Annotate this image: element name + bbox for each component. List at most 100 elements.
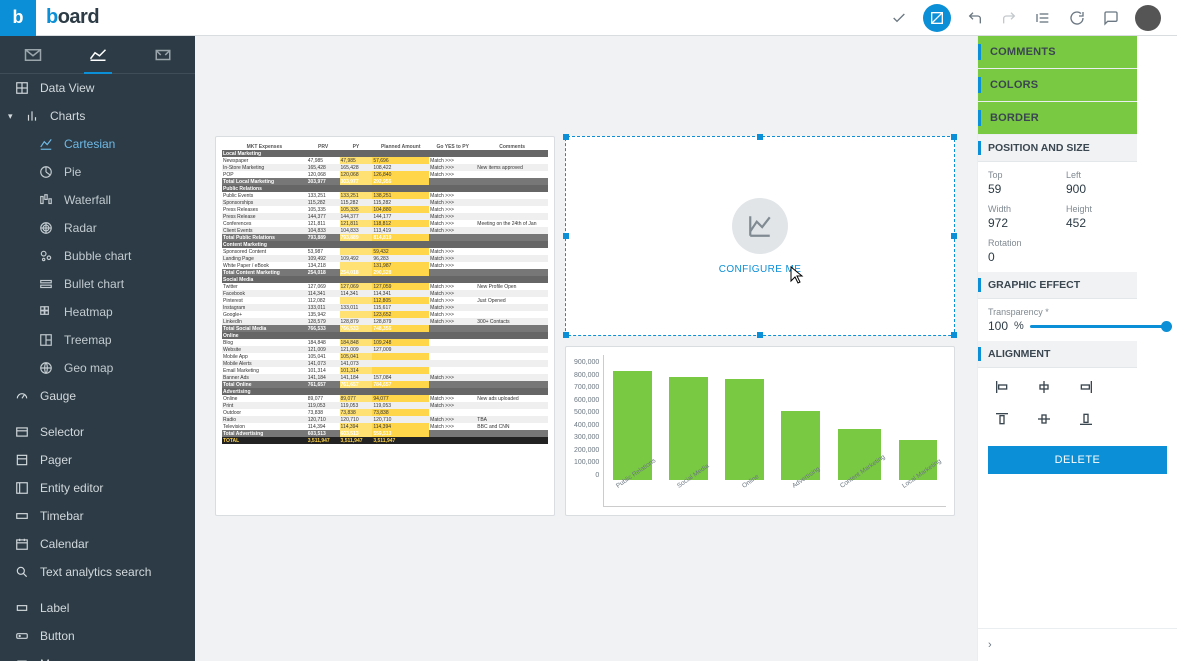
- sidebar-item-bullet[interactable]: Bullet chart: [0, 270, 195, 298]
- sidebar-item-menu[interactable]: Menu: [0, 650, 195, 661]
- delete-button[interactable]: DELETE: [988, 446, 1167, 474]
- app-logo-icon[interactable]: b: [0, 0, 36, 36]
- sidebar-item-treemap[interactable]: Treemap: [0, 326, 195, 354]
- data-view-panel[interactable]: MKT ExpensesPRVPYPlanned AmountGo YES to…: [215, 136, 555, 516]
- sidebar-item-entity-editor[interactable]: Entity editor: [0, 474, 195, 502]
- sidebar-label: Entity editor: [40, 481, 103, 495]
- sidebar-item-cartesian[interactable]: Cartesian: [0, 130, 195, 158]
- align-right-icon[interactable]: [1072, 376, 1100, 398]
- selected-chart-placeholder[interactable]: CONFIGURE ME: [565, 136, 955, 336]
- section-position-size[interactable]: POSITION AND SIZE: [978, 135, 1137, 162]
- section-comments[interactable]: COMMENTS: [978, 36, 1137, 69]
- bar-chart-panel[interactable]: 900,000800,000700,000600,000500,000400,0…: [565, 346, 955, 516]
- section-colors[interactable]: COLORS: [978, 69, 1137, 102]
- sidebar-label: Text analytics search: [40, 565, 151, 579]
- resize-handle[interactable]: [951, 332, 957, 338]
- align-bottom-icon[interactable]: [1072, 408, 1100, 430]
- redo-icon[interactable]: [999, 8, 1019, 28]
- configure-link[interactable]: CONFIGURE ME: [719, 264, 802, 275]
- height-input[interactable]: 452: [1066, 216, 1126, 230]
- sidebar-label: Button: [40, 629, 75, 643]
- line-chart-icon: [38, 136, 54, 152]
- heatmap-icon: [38, 304, 54, 320]
- sidebar-item-selector[interactable]: Selector: [0, 418, 195, 446]
- alignment-grid: [978, 368, 1177, 438]
- sidebar-label: Waterfall: [64, 193, 111, 207]
- transparency-slider[interactable]: [1030, 325, 1167, 328]
- align-center-h-icon[interactable]: [1030, 376, 1058, 398]
- sidebar-tabs: [0, 36, 195, 74]
- sidebar-label: Selector: [40, 425, 84, 439]
- sidebar-item-data-view[interactable]: Data View: [0, 74, 195, 102]
- width-input[interactable]: 972: [988, 216, 1048, 230]
- field-label: Transparency *: [988, 307, 1167, 317]
- sidebar-tab-chart-icon[interactable]: [74, 36, 122, 74]
- sidebar-label: Gauge: [40, 389, 76, 403]
- sidebar-item-pager[interactable]: Pager: [0, 446, 195, 474]
- sidebar-item-text-analytics[interactable]: Text analytics search: [0, 558, 195, 586]
- app-header: b board: [0, 0, 1177, 36]
- section-graphic-effect[interactable]: GRAPHIC EFFECT: [978, 272, 1137, 299]
- resize-handle[interactable]: [951, 134, 957, 140]
- field-label: Width: [988, 204, 1048, 214]
- sidebar-label: Bubble chart: [64, 249, 131, 263]
- sidebar-tab-object-icon[interactable]: [139, 36, 187, 74]
- sidebar-label: Cartesian: [64, 137, 115, 151]
- slider-knob[interactable]: [1161, 321, 1172, 332]
- sidebar-label: Geo map: [64, 361, 113, 375]
- transparency-input[interactable]: 100: [988, 319, 1008, 333]
- resize-handle[interactable]: [951, 233, 957, 239]
- align-center-v-icon[interactable]: [1030, 408, 1058, 430]
- sidebar-label: Pager: [40, 453, 72, 467]
- refresh-icon[interactable]: [1067, 8, 1087, 28]
- field-label: Top: [988, 170, 1048, 180]
- section-border[interactable]: BORDER: [978, 102, 1137, 135]
- section-alignment[interactable]: ALIGNMENT: [978, 341, 1137, 368]
- sidebar-label: Treemap: [64, 333, 112, 347]
- left-input[interactable]: 900: [1066, 182, 1126, 196]
- design-canvas[interactable]: MKT ExpensesPRVPYPlanned AmountGo YES to…: [195, 36, 977, 661]
- top-input[interactable]: 59: [988, 182, 1048, 196]
- check-icon[interactable]: [889, 8, 909, 28]
- sidebar-label: Radar: [64, 221, 97, 235]
- undo-icon[interactable]: [965, 8, 985, 28]
- resize-handle[interactable]: [757, 134, 763, 140]
- edit-mode-icon[interactable]: [923, 4, 951, 32]
- resize-handle[interactable]: [563, 134, 569, 140]
- y-axis: 900,000800,000700,000600,000500,000400,0…: [574, 355, 603, 507]
- sidebar-item-timebar[interactable]: Timebar: [0, 502, 195, 530]
- sidebar-item-geomap[interactable]: Geo map: [0, 354, 195, 382]
- chat-icon[interactable]: [1101, 8, 1121, 28]
- header-left: b board: [0, 0, 99, 36]
- sidebar-item-waterfall[interactable]: Waterfall: [0, 186, 195, 214]
- brand-b: b: [46, 6, 58, 28]
- chevron-down-icon: ▾: [8, 111, 13, 122]
- sidebar-item-radar[interactable]: Radar: [0, 214, 195, 242]
- sidebar-tab-mail-icon[interactable]: [9, 36, 57, 74]
- sidebar-item-label[interactable]: Label: [0, 594, 195, 622]
- user-avatar[interactable]: [1135, 5, 1161, 31]
- sidebar-item-bubble[interactable]: Bubble chart: [0, 242, 195, 270]
- sidebar-item-charts[interactable]: ▾Charts: [0, 102, 195, 130]
- button-icon: [14, 628, 30, 644]
- layout-icon[interactable]: [1033, 8, 1053, 28]
- align-left-icon[interactable]: [988, 376, 1016, 398]
- properties-panel: COMMENTS COLORS BORDER POSITION AND SIZE…: [977, 36, 1177, 661]
- sidebar-label: Heatmap: [64, 305, 113, 319]
- brand-oard: oard: [58, 6, 99, 28]
- bar-chart: 900,000800,000700,000600,000500,000400,0…: [574, 355, 946, 507]
- sidebar-item-button[interactable]: Button: [0, 622, 195, 650]
- pct-label: %: [1014, 320, 1024, 332]
- resize-handle[interactable]: [563, 332, 569, 338]
- geo-icon: [38, 360, 54, 376]
- sidebar-item-calendar[interactable]: Calendar: [0, 530, 195, 558]
- sidebar-item-gauge[interactable]: Gauge: [0, 382, 195, 410]
- props-expand-icon[interactable]: ›: [978, 628, 1177, 661]
- resize-handle[interactable]: [757, 332, 763, 338]
- align-top-icon[interactable]: [988, 408, 1016, 430]
- sidebar-item-heatmap[interactable]: Heatmap: [0, 298, 195, 326]
- resize-handle[interactable]: [563, 233, 569, 239]
- app-brand: board: [46, 6, 99, 29]
- sidebar-item-pie[interactable]: Pie: [0, 158, 195, 186]
- rotation-input[interactable]: 0: [988, 250, 1167, 264]
